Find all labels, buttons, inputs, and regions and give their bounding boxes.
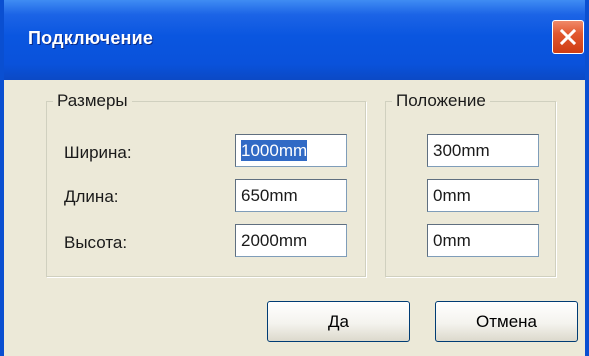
width-input[interactable]: 1000mm	[235, 134, 347, 167]
dialog-content: Размеры Ширина: Длина: Высота: 1000mm 65…	[4, 80, 585, 356]
position-x-input[interactable]: 300mm	[427, 134, 539, 167]
title-bar[interactable]: Подключение	[4, 0, 585, 80]
position-y-input[interactable]: 0mm	[427, 179, 539, 212]
length-input[interactable]: 650mm	[235, 179, 347, 212]
width-label: Ширина:	[64, 143, 132, 162]
length-label: Длина:	[64, 187, 119, 206]
position-z-input[interactable]: 0mm	[427, 224, 539, 257]
ok-button[interactable]: Да	[267, 301, 410, 342]
window-title: Подключение	[28, 28, 154, 48]
cancel-button[interactable]: Отмена	[435, 301, 578, 342]
close-icon	[559, 28, 577, 46]
dialog-window: Подключение Размеры Ширина: Длина: Высот…	[0, 0, 589, 356]
height-input[interactable]: 2000mm	[235, 224, 347, 257]
width-input-value: 1000mm	[241, 140, 308, 161]
close-button[interactable]	[552, 20, 584, 54]
height-label: Высота:	[64, 233, 128, 252]
position-group-legend: Положение	[392, 91, 490, 111]
sizes-group-legend: Размеры	[53, 91, 132, 111]
